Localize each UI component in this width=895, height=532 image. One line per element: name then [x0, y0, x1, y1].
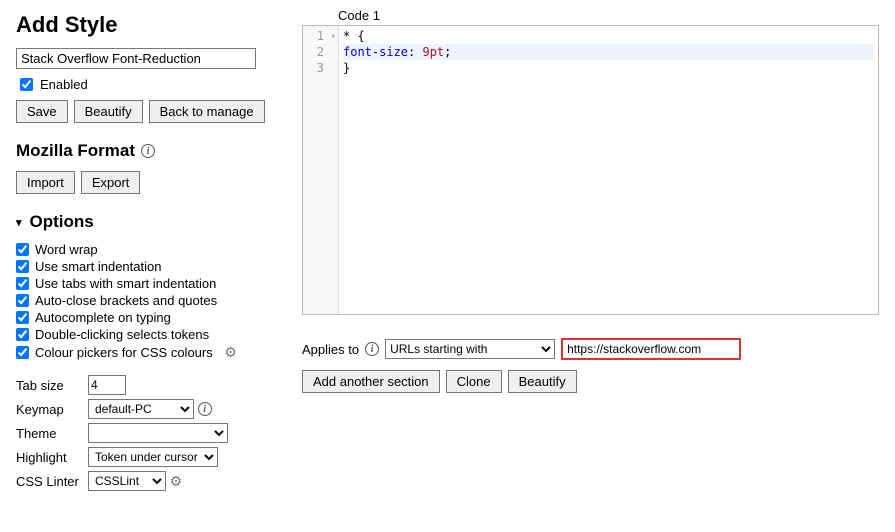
editor-gutter: ▾ 1 2 3	[303, 26, 339, 314]
enabled-text: Enabled	[40, 77, 88, 92]
theme-label: Theme	[16, 426, 88, 441]
tabsize-label: Tab size	[16, 378, 88, 393]
sidebar: Add Style Enabled Save Beautify Back to …	[0, 0, 290, 511]
export-button[interactable]: Export	[81, 171, 141, 194]
info-icon[interactable]: i	[141, 144, 155, 158]
info-icon[interactable]: i	[365, 342, 379, 356]
linter-row: CSS Linter CSSLint ⚙	[16, 471, 274, 491]
opt-tabs-smart-indent[interactable]: Use tabs with smart indentation	[16, 276, 274, 291]
keymap-select[interactable]: default-PC	[88, 399, 194, 419]
opt-dblclick-tokens[interactable]: Double-clicking selects tokens	[16, 327, 274, 342]
gear-icon[interactable]: ⚙	[170, 473, 183, 490]
linter-select[interactable]: CSSLint	[88, 471, 166, 491]
opt-auto-close[interactable]: Auto-close brackets and quotes	[16, 293, 274, 308]
tabsize-input[interactable]	[88, 375, 126, 395]
theme-select[interactable]	[88, 423, 228, 443]
theme-row: Theme	[16, 423, 274, 443]
import-button[interactable]: Import	[16, 171, 75, 194]
code-editor[interactable]: ▾ 1 2 3 * { font-size: 9pt; }	[302, 25, 879, 315]
save-button[interactable]: Save	[16, 100, 68, 123]
style-name-input[interactable]	[16, 48, 256, 69]
applies-to-url-input[interactable]	[561, 338, 741, 360]
keymap-row: Keymap default-PC i	[16, 399, 274, 419]
beautify-section-button[interactable]: Beautify	[508, 370, 577, 393]
highlight-select[interactable]: Token under cursor	[88, 447, 218, 467]
enabled-checkbox-label[interactable]: Enabled	[16, 75, 88, 94]
highlight-row: Highlight Token under cursor	[16, 447, 274, 467]
gear-icon[interactable]: ⚙	[224, 344, 237, 361]
code-section-label: Code 1	[338, 8, 879, 23]
back-button[interactable]: Back to manage	[149, 100, 265, 123]
opt-smart-indent[interactable]: Use smart indentation	[16, 259, 274, 274]
beautify-button[interactable]: Beautify	[74, 100, 143, 123]
info-icon[interactable]: i	[198, 402, 212, 416]
applies-to-label: Applies to	[302, 342, 359, 357]
fold-icon[interactable]: ▾	[331, 29, 336, 45]
opt-autocomplete[interactable]: Autocomplete on typing	[16, 310, 274, 325]
add-section-button[interactable]: Add another section	[302, 370, 440, 393]
code-line-1: * {	[343, 28, 874, 44]
main-area: Code 1 ▾ 1 2 3 * { font-size: 9pt; } App…	[290, 0, 895, 511]
applies-to-select[interactable]: URLs starting with	[385, 339, 555, 359]
code-line-3: }	[343, 60, 874, 76]
enabled-checkbox[interactable]	[20, 78, 33, 91]
code-line-2: font-size: 9pt;	[343, 44, 874, 60]
editor-code[interactable]: * { font-size: 9pt; }	[339, 26, 878, 314]
highlight-label: Highlight	[16, 450, 88, 465]
applies-to-row: Applies to i URLs starting with	[302, 338, 879, 360]
clone-button[interactable]: Clone	[446, 370, 502, 393]
tabsize-row: Tab size	[16, 375, 274, 395]
linter-label: CSS Linter	[16, 474, 88, 489]
page-title: Add Style	[16, 12, 274, 38]
opt-colour-pickers[interactable]: Colour pickers for CSS colours ⚙	[16, 344, 274, 361]
opt-word-wrap[interactable]: Word wrap	[16, 242, 274, 257]
mozilla-format-heading: Mozilla Format i	[16, 141, 274, 161]
options-heading[interactable]: Options	[16, 212, 274, 232]
keymap-label: Keymap	[16, 402, 88, 417]
